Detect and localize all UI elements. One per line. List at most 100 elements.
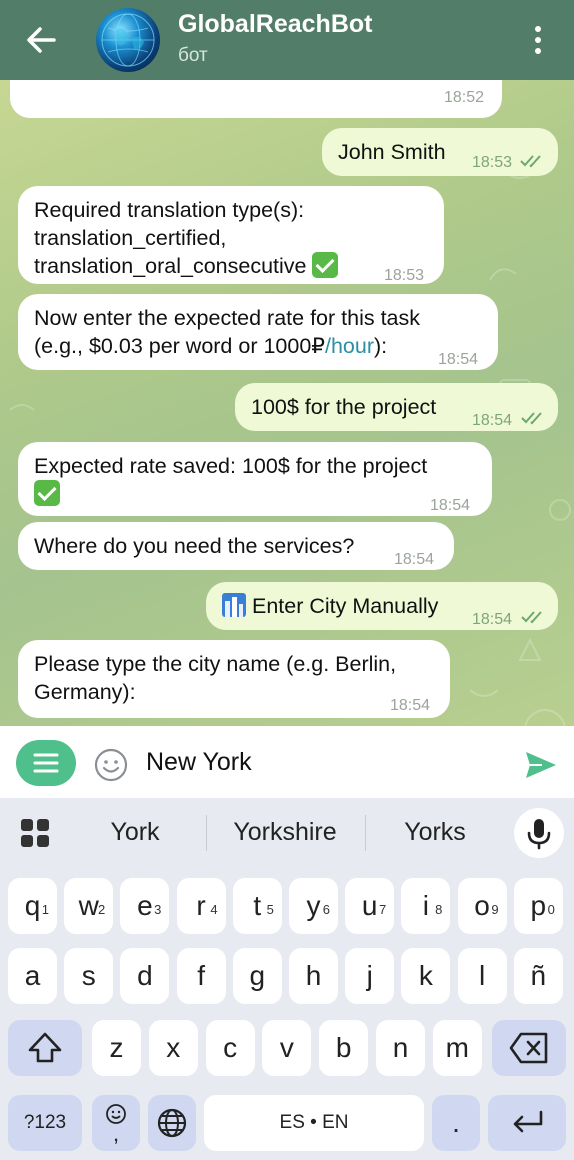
message-line: Please type the city name (e.g. Berlin, [34, 652, 397, 676]
key-b[interactable]: b [319, 1020, 369, 1076]
key-label: w [78, 890, 99, 921]
key-number-hint: 1 [41, 902, 49, 917]
message-incoming[interactable]: Required translation type(s): translatio… [18, 186, 444, 284]
more-vert-icon[interactable] [528, 24, 548, 56]
key-e[interactable]: e3 [120, 878, 170, 934]
check-emoji-icon [312, 252, 339, 278]
key-label: z [109, 1032, 124, 1063]
key-s[interactable]: s [64, 948, 114, 1004]
symbols-key[interactable]: ?123 [8, 1095, 82, 1151]
backspace-icon [509, 1032, 548, 1064]
key-m[interactable]: m [432, 1020, 482, 1076]
key-a[interactable]: a [8, 948, 57, 1004]
message-time: 18:53 [384, 267, 425, 284]
message-outgoing[interactable]: John Smith 18:53 [322, 128, 558, 176]
message-incoming[interactable]: Now enter the expected rate for this tas… [18, 294, 498, 370]
message-text: John Smith [338, 140, 446, 164]
key-number-hint: 6 [322, 902, 330, 917]
key-number-hint: 3 [154, 902, 162, 917]
message-line: Required translation type(s): [34, 198, 305, 222]
key-number-hint: 7 [378, 902, 387, 917]
key-label: u [361, 890, 378, 921]
key-label: l [478, 960, 486, 991]
bot-menu-button[interactable] [16, 740, 76, 786]
key-label: k [418, 960, 433, 991]
key-z[interactable]: z [92, 1020, 141, 1076]
shift-icon [28, 1032, 62, 1063]
key-t[interactable]: t5 [232, 878, 282, 934]
suggestion-bar: York Yorkshire Yorks [0, 798, 574, 868]
key-y[interactable]: y6 [289, 878, 338, 934]
apps-grid-icon[interactable] [20, 818, 50, 848]
suggestion-1[interactable]: York [90, 818, 180, 847]
key-d[interactable]: d [120, 948, 170, 1004]
key-ñ[interactable]: ñ [513, 948, 563, 1004]
message-line-tail: ): [373, 334, 388, 358]
chat-header: GlobalReachBot бот [0, 0, 574, 80]
key-label: f [197, 960, 205, 991]
message-outgoing[interactable]: 100$ for the project 18:54 [235, 383, 558, 431]
hour-link[interactable]: /hour [325, 334, 374, 358]
suggestion-3[interactable]: Yorks [385, 818, 485, 847]
key-label: v [279, 1032, 294, 1063]
message-time: 18:53 [472, 154, 513, 171]
back-arrow-icon[interactable] [22, 22, 60, 58]
comma-label: , [112, 1121, 120, 1146]
period-key[interactable]: . [432, 1095, 480, 1151]
message-text: 100$ for the project [251, 395, 437, 419]
message-outgoing[interactable]: Enter City Manually 18:54 [206, 582, 558, 630]
chat-area[interactable]: 18:52 John Smith 18:53 Required translat… [0, 80, 574, 726]
message-time: 18:54 [438, 351, 479, 368]
message-incoming[interactable]: Where do you need the services? 18:54 [18, 522, 454, 570]
message-text: Enter City Manually [251, 594, 439, 618]
message-incoming[interactable]: Please type the city name (e.g. Berlin, … [18, 640, 450, 718]
shift-key[interactable] [8, 1020, 82, 1076]
key-label: j [366, 960, 373, 991]
key-w[interactable]: w2 [64, 878, 114, 934]
key-k[interactable]: k [401, 948, 451, 1004]
key-p[interactable]: p0 [513, 878, 563, 934]
key-number-hint: 9 [491, 902, 499, 917]
bot-avatar[interactable] [96, 8, 160, 72]
key-label: p [530, 890, 547, 921]
key-c[interactable]: c [205, 1020, 255, 1076]
message-line: translation_oral_consecutive [34, 254, 307, 278]
key-j[interactable]: j [345, 948, 395, 1004]
smile-icon[interactable] [94, 748, 128, 782]
key-o[interactable]: o9 [457, 878, 507, 934]
key-number-hint: 0 [547, 902, 555, 917]
chat-title: GlobalReachBot [178, 10, 373, 38]
key-f[interactable]: f [176, 948, 226, 1004]
key-g[interactable]: g [232, 948, 282, 1004]
key-i[interactable]: i8 [401, 878, 451, 934]
mic-icon [527, 819, 551, 850]
suggestion-divider [365, 815, 366, 851]
message-time: 18:54 [472, 412, 513, 429]
backspace-key[interactable] [492, 1020, 566, 1076]
message-input[interactable]: New York [146, 748, 252, 777]
emoji-key[interactable]: , [92, 1095, 140, 1151]
key-u[interactable]: u7 [345, 878, 395, 934]
double-check-icon [521, 412, 542, 425]
space-key[interactable]: ES • EN [204, 1095, 424, 1151]
key-label: n [392, 1032, 409, 1063]
key-v[interactable]: v [262, 1020, 312, 1076]
key-h[interactable]: h [289, 948, 338, 1004]
message-text: Where do you need the services? [34, 534, 355, 558]
key-q[interactable]: q1 [8, 878, 57, 934]
key-l[interactable]: l [457, 948, 507, 1004]
key-label: y [306, 890, 321, 921]
message-incoming[interactable]: Expected rate saved: 100$ for the projec… [18, 442, 492, 516]
send-icon[interactable] [522, 748, 560, 782]
key-x[interactable]: x [148, 1020, 198, 1076]
message-incoming[interactable]: 18:52 [10, 80, 502, 118]
message-line: Now enter the expected rate for this tas… [34, 306, 421, 330]
key-n[interactable]: n [376, 1020, 425, 1076]
suggestion-2[interactable]: Yorkshire [218, 818, 352, 847]
key-label: d [137, 960, 153, 991]
mic-button[interactable] [514, 808, 564, 858]
globe-key[interactable] [148, 1095, 196, 1151]
enter-key[interactable] [488, 1095, 566, 1151]
key-label: b [335, 1032, 352, 1063]
key-r[interactable]: r4 [176, 878, 226, 934]
